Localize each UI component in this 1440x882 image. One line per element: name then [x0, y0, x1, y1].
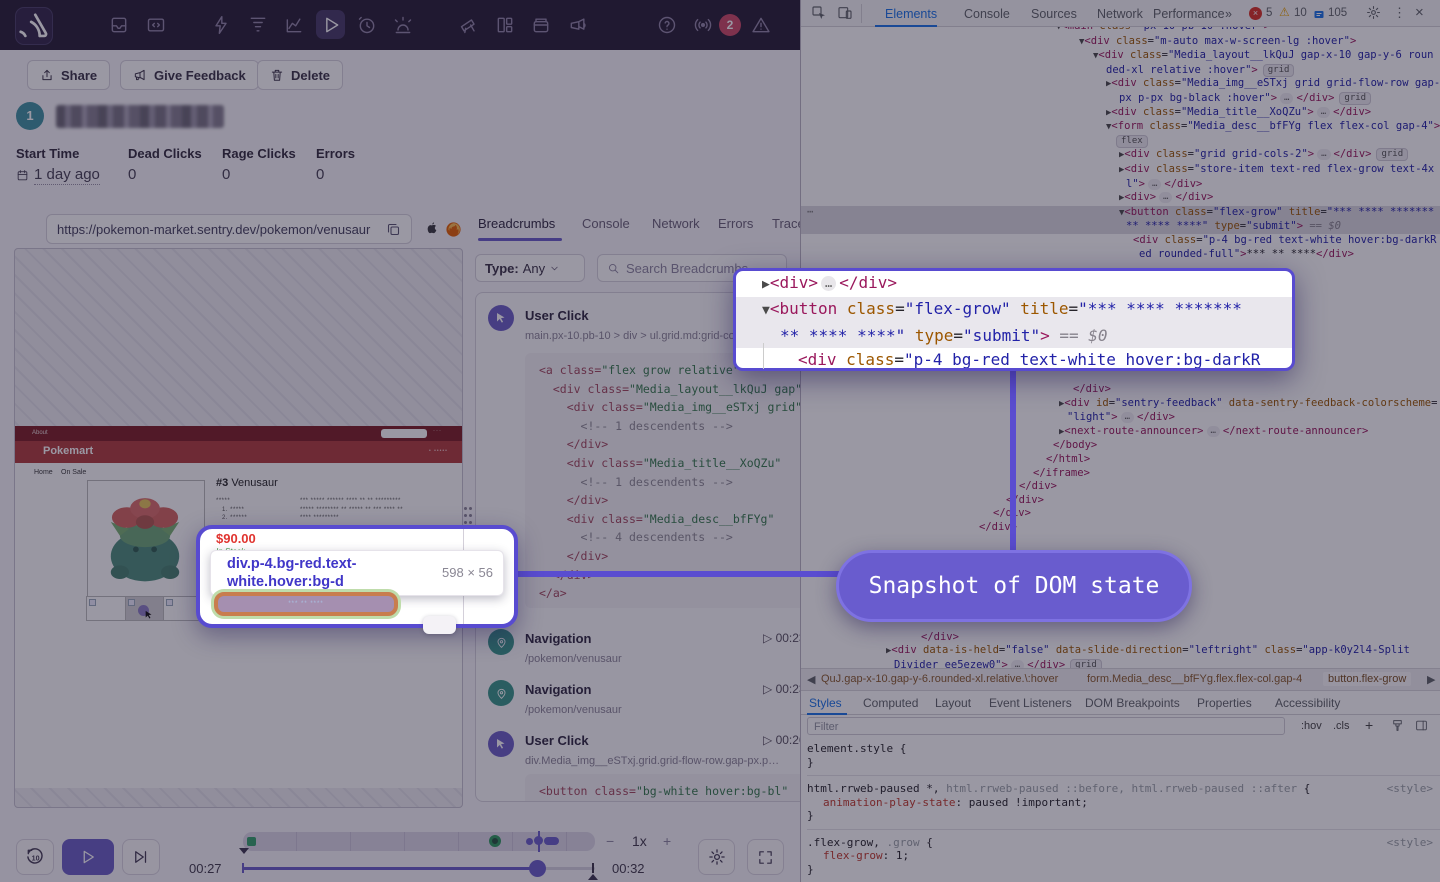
- code-token: <button: [770, 299, 837, 318]
- dom-snippet-popup: ▶<div>…</div>▼<button class="flex-grow" …: [733, 268, 1295, 371]
- product-price: $90.00: [216, 531, 256, 546]
- popup-dom-line: ▶<div>…</div>: [736, 271, 1292, 297]
- code-token: class: [837, 299, 895, 318]
- code-token: class: [837, 350, 895, 369]
- code-token: ▶: [762, 277, 770, 292]
- popup-dom-line: <div class="p-4 bg-red text-white hover:…: [736, 348, 1292, 371]
- small-white-chip: [423, 616, 456, 634]
- code-token: <div: [798, 350, 837, 369]
- tooltip-selector-line1: div.p-4.bg-red.text-white.hover:bg-d: [227, 556, 356, 590]
- popup-dom-line: ** **** ****" type="submit"> == $0: [736, 324, 1292, 348]
- code-token: title: [1011, 299, 1069, 318]
- annotation-label: Snapshot of DOM state: [836, 550, 1192, 622]
- code-token: "flex-grow": [905, 299, 1011, 318]
- code-token: ** **** ****": [780, 326, 905, 345]
- code-token: =: [894, 350, 904, 369]
- tooltip-dimensions: 598 × 56: [442, 565, 493, 580]
- code-token: =: [953, 326, 963, 345]
- code-token: </div>: [839, 273, 897, 292]
- code-token: "*** **** *******: [1078, 299, 1242, 318]
- code-token: =: [895, 299, 905, 318]
- code-token: "p-4 bg-red text-white hover:bg-darkR: [904, 350, 1260, 369]
- code-token: ▼: [762, 303, 770, 318]
- code-token: >: [1040, 326, 1050, 345]
- element-tooltip: div.p-4.bg-red.text-white.hover:bg-d ark…: [210, 550, 504, 596]
- highlighted-element[interactable]: *** ** ****: [214, 592, 398, 616]
- ellipsis-badge: …: [821, 276, 836, 291]
- popup-dom-line: ▼<button class="flex-grow" title="*** **…: [736, 297, 1292, 323]
- code-token: type: [905, 326, 953, 345]
- code-token: <div>: [770, 273, 818, 292]
- screenshot-root: 2 Share Give Feedback Delete 1 Start Tim…: [0, 0, 1440, 882]
- popup-indent-guide: [763, 343, 764, 369]
- annotation-connector-vertical: [1010, 371, 1016, 553]
- inspect-callout: $90.00 In Stock div.p-4.bg-red.text-whit…: [196, 525, 518, 628]
- dim-overlay: [0, 0, 1440, 882]
- code-token: "submit": [963, 326, 1040, 345]
- code-token: =: [1068, 299, 1078, 318]
- code-token: == $0: [1050, 326, 1108, 345]
- annotation-connector-horizontal: [518, 571, 840, 577]
